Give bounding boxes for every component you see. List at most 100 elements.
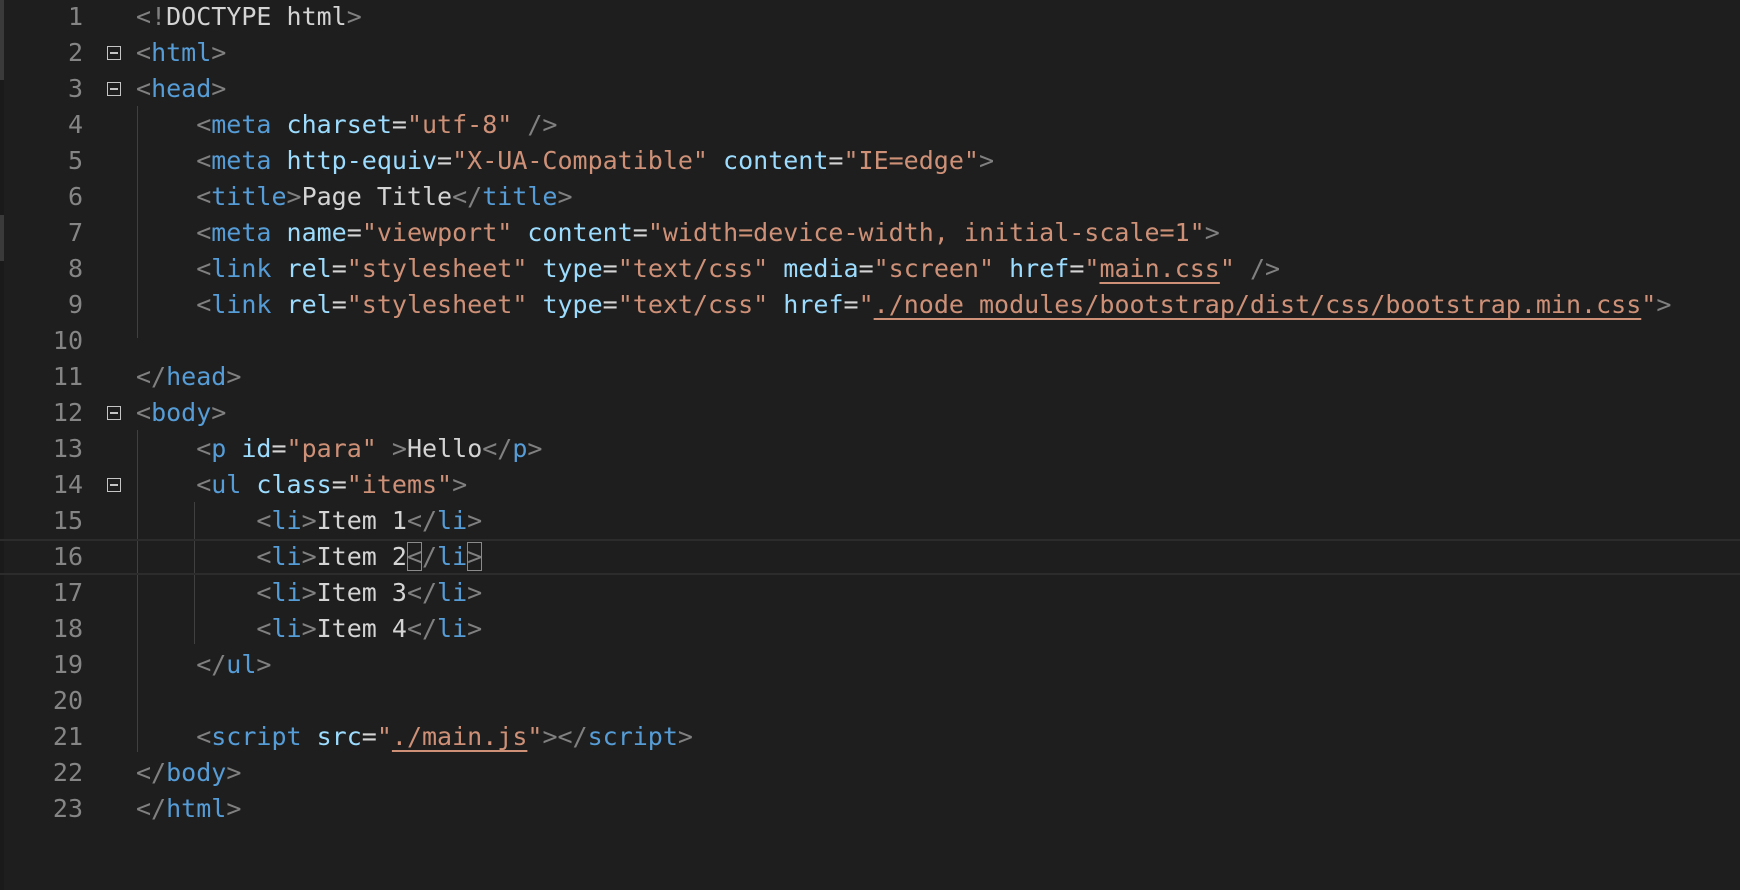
code-tag-name: li <box>271 578 302 607</box>
code-line[interactable]: 12 <body> <box>0 395 1740 431</box>
code-punctuation: > <box>256 650 272 679</box>
code-string: " <box>1219 254 1235 283</box>
line-number: 17 <box>52 578 83 607</box>
code-punctuation: > <box>467 506 483 535</box>
code-text: Page Title <box>301 182 453 211</box>
code-link[interactable]: ./main.js <box>392 722 527 751</box>
code-text: = <box>602 290 618 319</box>
code-line[interactable]: 5 <meta http-equiv="X-UA-Compatible" cont… <box>0 143 1740 179</box>
code-line[interactable]: 4 <meta charset="utf-8" /> <box>0 107 1740 143</box>
code-content[interactable]: </ul> <box>196 647 271 683</box>
code-string: "items" <box>346 470 453 499</box>
code-editor[interactable]: 1 <!DOCTYPE html> 2 <html> 3 <head> 4 <meta cha… <box>0 0 1740 890</box>
code-content[interactable]: <head> <box>136 71 226 107</box>
code-line[interactable]: 18 <li>Item 4</li> <box>0 611 1740 647</box>
code-punctuation: > <box>226 362 242 391</box>
code-line[interactable]: 1 <!DOCTYPE html> <box>0 0 1740 35</box>
code-punctuation: > <box>301 614 317 643</box>
code-content[interactable]: <title>Page Title</title> <box>196 179 572 215</box>
code-punctuation: /> <box>1250 254 1281 283</box>
code-line[interactable]: 2 <html> <box>0 35 1740 71</box>
code-content[interactable]: </body> <box>136 755 241 791</box>
line-number: 11 <box>52 362 83 391</box>
code-attribute: type <box>542 254 603 283</box>
code-punctuation: </ <box>406 614 438 643</box>
code-line[interactable]: 10 <box>0 323 1740 359</box>
code-content[interactable]: <li>Item 3</li> <box>256 575 482 611</box>
code-line[interactable]: 19 </ul> <box>0 647 1740 683</box>
code-content[interactable]: <html> <box>136 35 226 71</box>
code-content[interactable]: <meta name="viewport" content="width=dev… <box>196 215 1220 251</box>
code-content[interactable]: <link rel="stylesheet" type="text/css" m… <box>196 251 1280 287</box>
code-text: Hello <box>406 434 483 463</box>
code-line[interactable]: 22 </body> <box>0 755 1740 791</box>
code-text: = <box>632 218 648 247</box>
code-tag-name: li <box>271 542 302 571</box>
code-content[interactable]: <meta charset="utf-8" /> <box>196 107 557 143</box>
code-attribute: href <box>783 290 844 319</box>
fold-collapse-icon[interactable] <box>107 82 121 96</box>
code-content[interactable]: <script src="./main.js"></script> <box>196 719 693 755</box>
code-line[interactable]: 21 <script src="./main.js"></script> <box>0 719 1740 755</box>
code-punctuation: </ <box>196 650 227 679</box>
code-punctuation: < <box>196 146 212 175</box>
code-line[interactable]: 8 <link rel="stylesheet" type="text/css" … <box>0 251 1740 287</box>
code-link[interactable]: ./node_modules/bootstrap/dist/css/bootst… <box>874 290 1642 319</box>
code-punctuation: </ <box>406 578 438 607</box>
fold-collapse-icon[interactable] <box>107 46 121 60</box>
code-content[interactable]: <li>Item 4</li> <box>256 611 482 647</box>
line-number: 6 <box>67 182 83 211</box>
code-line[interactable]: 6 <title>Page Title</title> <box>0 179 1740 215</box>
fold-collapse-icon[interactable] <box>107 406 121 420</box>
code-line[interactable]: 9 <link rel="stylesheet" type="text/css" … <box>0 287 1740 323</box>
code-tag-name: p <box>211 434 227 463</box>
code-string: "viewport" <box>361 218 513 247</box>
code-line[interactable]: 20 <box>0 683 1740 719</box>
code-content[interactable]: </head> <box>136 359 241 395</box>
code-attribute: class <box>256 470 332 499</box>
code-content[interactable]: <!DOCTYPE html> <box>136 0 362 35</box>
line-number: 23 <box>52 794 83 823</box>
code-line[interactable]: 7 <meta name="viewport" content="width=de… <box>0 215 1740 251</box>
line-number: 19 <box>52 650 83 679</box>
code-line[interactable]: 11 </head> <box>0 359 1740 395</box>
code-link[interactable]: main.css <box>1099 254 1219 283</box>
code-text: Item 4 <box>316 614 407 643</box>
code-attribute: content <box>527 218 633 247</box>
code-punctuation: < <box>196 434 212 463</box>
code-string: "para" <box>286 434 377 463</box>
code-tag-name: li <box>437 506 468 535</box>
code-punctuation: > <box>467 614 483 643</box>
code-punctuation: / <box>422 542 438 571</box>
code-line[interactable]: 23 </html> <box>0 791 1740 827</box>
code-line[interactable]: 3 <head> <box>0 71 1740 107</box>
code-line-current[interactable]: 16 <li>Item 2</li> <box>0 539 1740 575</box>
code-text: Item 2 <box>316 542 407 571</box>
code-content[interactable]: <li>Item 2</li> <box>256 541 483 573</box>
code-content[interactable]: <ul class="items"> <box>196 467 467 503</box>
code-line[interactable]: 14 <ul class="items"> <box>0 467 1740 503</box>
code-text: = <box>361 722 377 751</box>
code-line[interactable]: 17 <li>Item 3</li> <box>0 575 1740 611</box>
code-content[interactable]: <li>Item 1</li> <box>256 503 482 539</box>
fold-collapse-icon[interactable] <box>107 478 121 492</box>
code-content[interactable]: </html> <box>136 791 241 827</box>
line-number: 9 <box>67 290 83 319</box>
code-line[interactable]: 15 <li>Item 1</li> <box>0 503 1740 539</box>
code-tag-name: html <box>151 38 212 67</box>
code-text: = <box>331 290 347 319</box>
code-text: = <box>331 254 347 283</box>
code-punctuation: > <box>978 146 994 175</box>
code-tag-name: link <box>211 254 272 283</box>
code-content[interactable]: <body> <box>136 395 226 431</box>
code-line[interactable]: 13 <p id="para" >Hello</p> <box>0 431 1740 467</box>
code-content[interactable]: <meta http-equiv="X-UA-Compatible" conte… <box>196 143 994 179</box>
code-content[interactable]: <p id="para" >Hello</p> <box>196 431 542 467</box>
line-number: 22 <box>52 758 83 787</box>
code-content[interactable]: <link rel="stylesheet" type="text/css" h… <box>196 287 1671 323</box>
